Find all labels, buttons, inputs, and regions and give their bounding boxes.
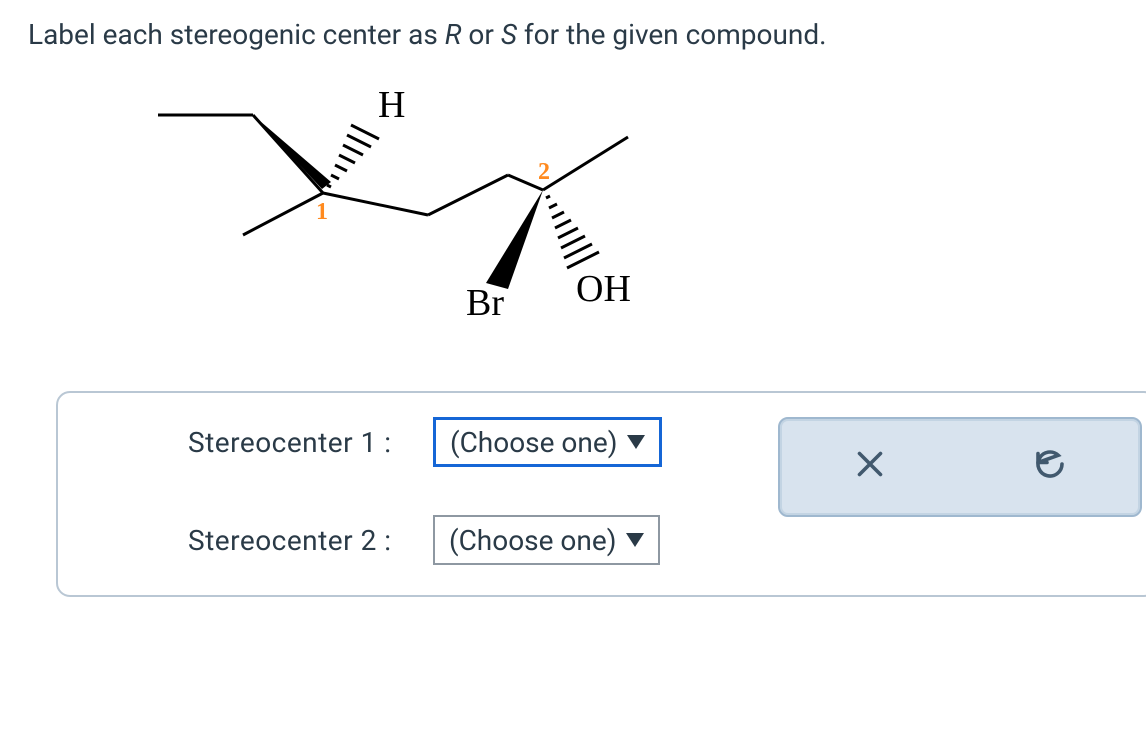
wedge-bond-c1 <box>253 115 331 189</box>
chevron-down-icon <box>626 533 644 547</box>
center-number-2: 2 <box>538 159 550 185</box>
question-suffix: for the given compound. <box>517 18 827 51</box>
question-prefix: Label each stereogenic center as <box>28 18 445 51</box>
stereocenter-1-select[interactable]: (Choose one) <box>433 417 662 467</box>
question-text: Label each stereogenic center as R or S … <box>28 18 1118 51</box>
stereocenter-2-label: Stereocenter 2 : <box>188 524 433 557</box>
undo-icon <box>1032 446 1068 489</box>
atom-label-br: Br <box>466 282 504 324</box>
hash-bond-c2-oh <box>546 196 599 268</box>
clear-button[interactable] <box>780 419 960 515</box>
wedge-bond-c2-br <box>486 190 543 289</box>
stereocenter-2-select[interactable]: (Choose one) <box>433 515 660 565</box>
question-r: R <box>445 18 462 51</box>
stereocenter-1-label: Stereocenter 1 : <box>188 426 433 459</box>
center-number-1: 1 <box>316 199 328 225</box>
answer-panel: Stereocenter 1 : (Choose one) Stereocent… <box>56 391 1146 597</box>
reset-button[interactable] <box>960 419 1140 515</box>
chevron-down-icon <box>627 435 645 449</box>
question-mid: or <box>461 18 500 51</box>
chemical-structure: H Br OH 1 2 <box>148 75 708 355</box>
stereocenter-1-value: (Choose one) <box>450 426 617 459</box>
close-icon <box>852 446 888 489</box>
atom-label-h: H <box>378 84 405 126</box>
toolbar <box>778 417 1142 517</box>
question-s: S <box>501 18 517 51</box>
stereocenter-2-value: (Choose one) <box>449 524 616 557</box>
atom-label-oh: OH <box>576 268 631 310</box>
hash-bond-c1-h <box>327 125 379 187</box>
